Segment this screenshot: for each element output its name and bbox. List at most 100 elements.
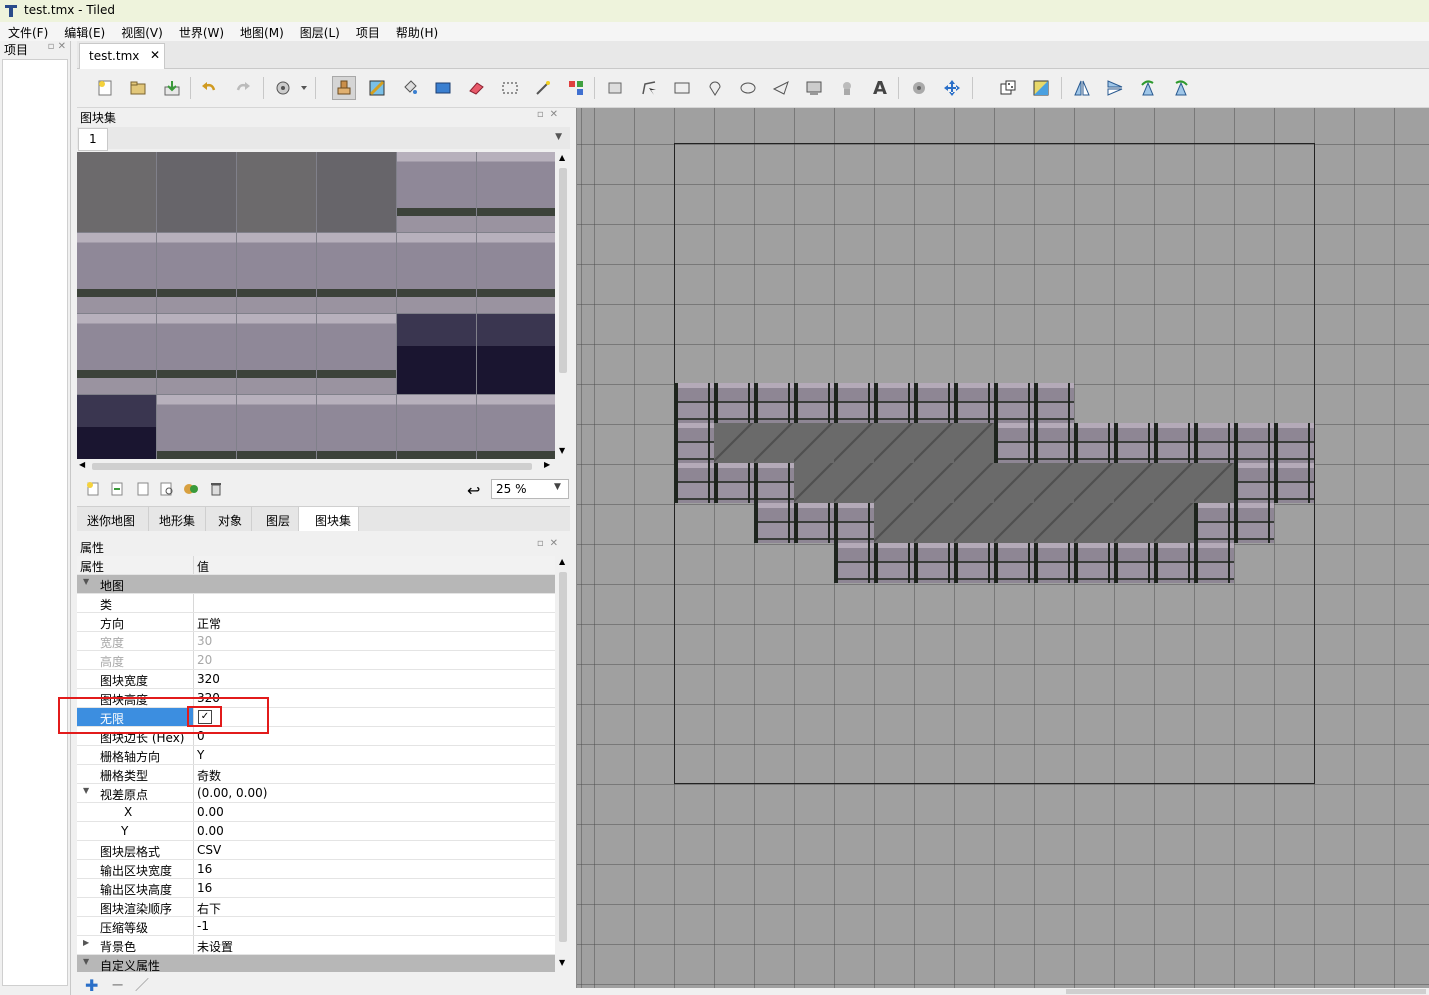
close-tab-icon[interactable]: ✕ bbox=[150, 48, 160, 62]
redo-icon[interactable] bbox=[231, 76, 255, 100]
tileset-view[interactable] bbox=[77, 152, 555, 459]
property-value[interactable]: -1 bbox=[197, 919, 209, 933]
remove-tileset-icon[interactable] bbox=[208, 481, 224, 497]
tileset-tile[interactable] bbox=[157, 233, 237, 314]
tileset-tile[interactable] bbox=[397, 152, 477, 233]
insert-point-icon[interactable] bbox=[703, 76, 727, 100]
properties-vertical-scrollbar[interactable]: ▲ ▼ bbox=[556, 556, 570, 972]
insert-ellipse-icon[interactable] bbox=[736, 76, 760, 100]
tileset-vertical-scrollbar[interactable]: ▲ ▼ bbox=[556, 152, 570, 459]
scroll-up-icon[interactable]: ▲ bbox=[559, 153, 565, 162]
tileset-tile[interactable] bbox=[157, 152, 237, 233]
project-tree[interactable] bbox=[2, 59, 68, 986]
close-icon[interactable]: ✕ bbox=[550, 538, 564, 549]
property-value[interactable]: 奇数 bbox=[197, 767, 221, 784]
expand-caret-icon[interactable]: ▼ bbox=[83, 786, 89, 795]
shape-fill-icon[interactable] bbox=[431, 76, 455, 100]
property-row[interactable]: 宽度 30 bbox=[77, 632, 555, 651]
group-map[interactable]: ▼ 地图 bbox=[77, 575, 555, 594]
tileset-tile[interactable] bbox=[397, 233, 477, 314]
property-row[interactable]: 栅格类型 奇数 bbox=[77, 765, 555, 784]
tileset-list-dropdown-icon[interactable]: ▼ bbox=[555, 132, 562, 142]
scroll-up-icon[interactable]: ▲ bbox=[559, 557, 565, 566]
menu-file[interactable]: 文件(F) bbox=[0, 22, 56, 41]
world-tool-icon[interactable] bbox=[907, 76, 931, 100]
property-value[interactable]: 16 bbox=[197, 881, 212, 895]
edit-polygons-icon[interactable] bbox=[637, 76, 661, 100]
tab-objects[interactable]: 对象 bbox=[206, 507, 252, 531]
tileset-tile[interactable] bbox=[77, 395, 157, 459]
property-row[interactable]: 方向 正常 bbox=[77, 613, 555, 632]
map-canvas[interactable] bbox=[576, 108, 1429, 988]
insert-rectangle-icon[interactable] bbox=[670, 76, 694, 100]
property-row[interactable]: ▶ 背景色 未设置 bbox=[77, 936, 555, 955]
properties-table[interactable]: 属性 值 ▼ 地图 类方向 正常 宽度 30 高度 20 图块宽度 320 图块高度 320 无限 ✓ 图… bbox=[77, 556, 555, 972]
rename-property-icon[interactable]: ／ bbox=[135, 975, 149, 995]
random-mode-icon[interactable] bbox=[996, 76, 1020, 100]
menu-map[interactable]: 地图(M) bbox=[232, 22, 292, 41]
tileset-horizontal-scrollbar[interactable]: ◀ ▶ bbox=[77, 459, 555, 473]
undo-icon[interactable] bbox=[197, 76, 221, 100]
tileset-tile[interactable] bbox=[477, 152, 555, 233]
property-row[interactable]: 高度 20 bbox=[77, 651, 555, 670]
map-horizontal-scrollbar[interactable] bbox=[576, 988, 1429, 995]
property-value[interactable]: 320 bbox=[197, 672, 220, 686]
tileset-tile[interactable] bbox=[397, 314, 477, 395]
menu-world[interactable]: 世界(W) bbox=[171, 22, 232, 41]
new-tileset-icon[interactable] bbox=[85, 481, 101, 497]
close-icon[interactable]: ✕ bbox=[58, 41, 66, 52]
tab-tilesets[interactable]: 图块集 bbox=[299, 507, 359, 531]
tileset-tile[interactable] bbox=[317, 395, 397, 459]
tileset-tile[interactable] bbox=[317, 233, 397, 314]
menu-project[interactable]: 项目 bbox=[348, 22, 388, 41]
flip-vertical-icon[interactable] bbox=[1103, 76, 1127, 100]
expand-caret-icon[interactable]: ▼ bbox=[83, 577, 89, 586]
group-custom-properties[interactable]: ▼ 自定义属性 bbox=[77, 955, 555, 972]
menu-layer[interactable]: 图层(L) bbox=[292, 22, 348, 41]
property-value[interactable]: 右下 bbox=[197, 900, 221, 917]
tileset-tile[interactable] bbox=[317, 152, 397, 233]
scroll-down-icon[interactable]: ▼ bbox=[559, 446, 565, 455]
scroll-left-icon[interactable]: ◀ bbox=[79, 460, 85, 469]
eraser-icon[interactable] bbox=[464, 76, 488, 100]
property-value[interactable]: 正常 bbox=[197, 615, 221, 632]
tileset-tile[interactable] bbox=[477, 233, 555, 314]
close-icon[interactable]: ✕ bbox=[550, 109, 564, 120]
insert-template-icon[interactable] bbox=[835, 76, 859, 100]
property-value[interactable]: 30 bbox=[197, 634, 212, 648]
float-icon[interactable]: ▫ bbox=[537, 109, 550, 120]
stamp-brush-icon[interactable] bbox=[332, 76, 356, 100]
tileset-tile[interactable] bbox=[397, 395, 477, 459]
tileset-tile[interactable] bbox=[477, 314, 555, 395]
property-row[interactable]: Y 0.00 bbox=[77, 822, 555, 841]
flip-horizontal-icon[interactable] bbox=[1070, 76, 1094, 100]
scroll-right-icon[interactable]: ▶ bbox=[544, 460, 550, 469]
collapsed-caret-icon[interactable]: ▶ bbox=[83, 938, 89, 947]
save-icon[interactable] bbox=[160, 76, 184, 100]
expand-caret-icon[interactable]: ▼ bbox=[83, 957, 89, 966]
property-row[interactable]: 栅格轴方向 Y bbox=[77, 746, 555, 765]
property-value[interactable]: 0.00 bbox=[197, 805, 224, 819]
property-value[interactable]: 20 bbox=[197, 653, 212, 667]
property-row[interactable]: X 0.00 bbox=[77, 803, 555, 822]
tileset-tile[interactable] bbox=[237, 395, 317, 459]
select-objects-icon[interactable] bbox=[604, 76, 628, 100]
new-map-icon[interactable] bbox=[93, 76, 117, 100]
property-value[interactable]: CSV bbox=[197, 843, 221, 857]
wang-fill-icon[interactable] bbox=[1029, 76, 1053, 100]
tileset-zoom-combo[interactable]: 25 % ▼ bbox=[491, 479, 569, 499]
tab-minimap[interactable]: 迷你地图 bbox=[77, 507, 149, 531]
property-value[interactable]: Y bbox=[197, 748, 204, 762]
dynamic-wrapping-icon[interactable]: ↩ bbox=[467, 481, 483, 500]
tileset-tile[interactable] bbox=[77, 314, 157, 395]
property-row[interactable]: 压缩等级 -1 bbox=[77, 917, 555, 936]
tab-test-tmx[interactable]: test.tmx ✕ bbox=[79, 43, 165, 69]
rotate-left-icon[interactable] bbox=[1136, 76, 1160, 100]
replace-tileset-icon[interactable] bbox=[183, 481, 199, 497]
remove-property-icon[interactable]: − bbox=[111, 975, 124, 994]
rect-select-icon[interactable] bbox=[498, 76, 522, 100]
select-same-tile-icon[interactable] bbox=[564, 76, 588, 100]
terrain-brush-icon[interactable] bbox=[365, 76, 389, 100]
bucket-fill-icon[interactable] bbox=[398, 76, 422, 100]
tab-terrain-sets[interactable]: 地形集 bbox=[149, 507, 206, 531]
